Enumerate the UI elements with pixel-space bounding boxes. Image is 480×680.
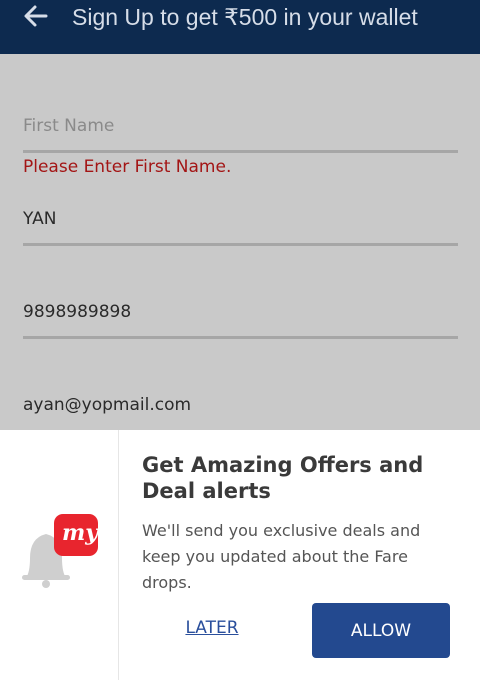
first-name-error: Please Enter First Name. [23, 157, 232, 177]
notification-logo: my [18, 512, 102, 588]
email-value: ayan@yopmail.com [23, 395, 192, 415]
later-button[interactable]: LATER [168, 608, 256, 648]
allow-button[interactable]: ALLOW [312, 603, 450, 658]
first-name-underline [23, 150, 458, 153]
phone-field[interactable]: 9898989898 [23, 302, 458, 322]
page-title: Sign Up to get ₹500 in your wallet [72, 4, 418, 30]
sheet-divider [118, 430, 119, 680]
first-name-field[interactable]: First Name [23, 116, 458, 136]
brand-logo-text: my [62, 520, 99, 546]
sheet-title: Get Amazing Offers and Deal alerts [142, 453, 424, 503]
notification-permission-sheet: my Get Amazing Offers and Deal alerts We… [0, 430, 480, 680]
last-name-field[interactable]: YAN [23, 209, 458, 229]
email-field[interactable]: ayan@yopmail.com [23, 395, 458, 415]
phone-underline [23, 336, 458, 339]
last-name-underline [23, 243, 458, 246]
app-header: Sign Up to get ₹500 in your wallet [0, 0, 480, 54]
first-name-placeholder: First Name [23, 116, 115, 136]
sheet-description: We'll send you exclusive deals and keep … [142, 521, 421, 592]
last-name-value: YAN [23, 209, 57, 229]
back-arrow-icon[interactable] [22, 4, 50, 28]
phone-value: 9898989898 [23, 302, 132, 322]
